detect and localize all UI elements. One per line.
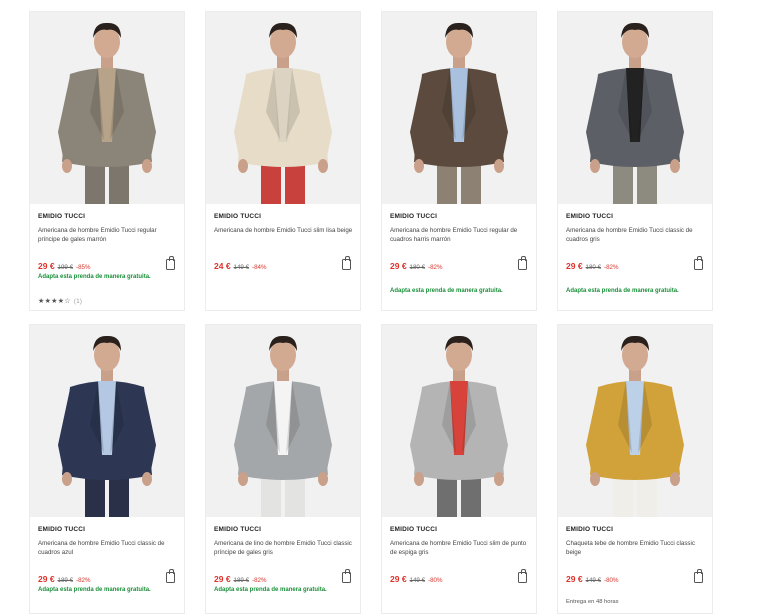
price-row: 29 €149 € -80%	[390, 574, 442, 584]
product-card[interactable]: EMIDIO TUCCI Americana de hombre Emidio T…	[381, 324, 537, 614]
shopping-bag-icon[interactable]	[342, 569, 351, 583]
rating: ★★★★☆ (1)	[38, 297, 82, 305]
sale-price: 29 €	[390, 574, 407, 584]
original-price: 180 €	[409, 264, 426, 271]
product-image[interactable]	[206, 325, 360, 517]
free-alteration-note: Adapta esta prenda de manera gratuita.	[38, 274, 151, 280]
shopping-bag-icon[interactable]	[342, 256, 351, 270]
product-title[interactable]: Americana de lino de hombre Emidio Tucci…	[214, 539, 354, 557]
discount-badge: -82%	[76, 577, 91, 584]
discount-badge: -85%	[76, 264, 91, 271]
free-alteration-note: Adapta esta prenda de manera gratuita.	[390, 288, 503, 294]
sale-price: 24 €	[214, 261, 231, 271]
price-row: 29 €189 € -82%	[38, 574, 90, 584]
original-price: 149 €	[409, 577, 426, 584]
original-price: 189 €	[233, 577, 250, 584]
product-brand: EMIDIO TUCCI	[38, 526, 86, 533]
sale-price: 29 €	[38, 574, 55, 584]
delivery-note: Entrega en 48 horas	[566, 599, 619, 605]
rating-stars: ★★★★☆	[38, 298, 71, 305]
product-title[interactable]: Americana de hombre Emidio Tucci slim de…	[390, 539, 530, 557]
shopping-bag-icon[interactable]	[694, 256, 703, 270]
price-row: 29 €180 € -82%	[390, 261, 442, 271]
product-brand: EMIDIO TUCCI	[390, 526, 438, 533]
product-grid: EMIDIO TUCCI Americana de hombre Emidio T…	[0, 0, 768, 614]
free-alteration-note: Adapta esta prenda de manera gratuita.	[38, 587, 151, 593]
product-card[interactable]: EMIDIO TUCCI Americana de hombre Emidio T…	[205, 11, 361, 311]
product-card[interactable]: EMIDIO TUCCI Americana de hombre Emidio T…	[381, 11, 537, 311]
shopping-bag-icon[interactable]	[518, 256, 527, 270]
product-brand: EMIDIO TUCCI	[38, 213, 86, 220]
shopping-bag-icon[interactable]	[166, 256, 175, 270]
discount-badge: -84%	[252, 264, 267, 271]
product-image[interactable]	[558, 325, 712, 517]
product-image[interactable]	[382, 12, 536, 204]
free-alteration-note: Adapta esta prenda de manera gratuita.	[566, 288, 679, 294]
discount-badge: -80%	[604, 577, 619, 584]
price-row: 29 €149 € -80%	[566, 574, 618, 584]
product-card[interactable]: EMIDIO TUCCI Americana de lino de hombre …	[205, 324, 361, 614]
product-brand: EMIDIO TUCCI	[566, 526, 614, 533]
product-brand: EMIDIO TUCCI	[214, 213, 262, 220]
sale-price: 29 €	[38, 261, 55, 271]
product-brand: EMIDIO TUCCI	[390, 213, 438, 220]
product-image[interactable]	[382, 325, 536, 517]
shopping-bag-icon[interactable]	[694, 569, 703, 583]
original-price: 180 €	[585, 264, 602, 271]
product-title[interactable]: Americana de hombre Emidio Tucci classic…	[38, 539, 178, 557]
original-price: 149 €	[585, 577, 602, 584]
sale-price: 29 €	[390, 261, 407, 271]
shopping-bag-icon[interactable]	[518, 569, 527, 583]
product-title[interactable]: Americana de hombre Emidio Tucci regular…	[390, 226, 530, 244]
price-row: 29 €180 € -82%	[566, 261, 618, 271]
original-price: 189 €	[57, 577, 74, 584]
product-card[interactable]: EMIDIO TUCCI Americana de hombre Emidio T…	[557, 11, 713, 311]
product-title[interactable]: Americana de hombre Emidio Tucci regular…	[38, 226, 178, 244]
product-card[interactable]: EMIDIO TUCCI Americana de hombre Emidio T…	[29, 11, 185, 311]
product-image[interactable]	[30, 325, 184, 517]
product-title[interactable]: Americana de hombre Emidio Tucci classic…	[566, 226, 706, 244]
product-title[interactable]: Americana de hombre Emidio Tucci slim li…	[214, 226, 354, 235]
sale-price: 29 €	[566, 574, 583, 584]
product-card[interactable]: EMIDIO TUCCI Americana de hombre Emidio T…	[29, 324, 185, 614]
product-card[interactable]: EMIDIO TUCCI Chaqueta tebe de hombre Emid…	[557, 324, 713, 614]
discount-badge: -80%	[428, 577, 443, 584]
product-image[interactable]	[30, 12, 184, 204]
discount-badge: -82%	[604, 264, 619, 271]
price-row: 24 €149 € -84%	[214, 261, 266, 271]
price-row: 29 €199 € -85%	[38, 261, 90, 271]
rating-count: (1)	[73, 299, 83, 305]
product-image[interactable]	[206, 12, 360, 204]
discount-badge: -82%	[252, 577, 267, 584]
original-price: 199 €	[57, 264, 74, 271]
original-price: 149 €	[233, 264, 250, 271]
product-image[interactable]	[558, 12, 712, 204]
sale-price: 29 €	[566, 261, 583, 271]
discount-badge: -82%	[428, 264, 443, 271]
product-title[interactable]: Chaqueta tebe de hombre Emidio Tucci cla…	[566, 539, 706, 557]
price-row: 29 €189 € -82%	[214, 574, 266, 584]
free-alteration-note: Adapta esta prenda de manera gratuita.	[214, 587, 327, 593]
product-brand: EMIDIO TUCCI	[214, 526, 262, 533]
shopping-bag-icon[interactable]	[166, 569, 175, 583]
product-brand: EMIDIO TUCCI	[566, 213, 614, 220]
sale-price: 29 €	[214, 574, 231, 584]
